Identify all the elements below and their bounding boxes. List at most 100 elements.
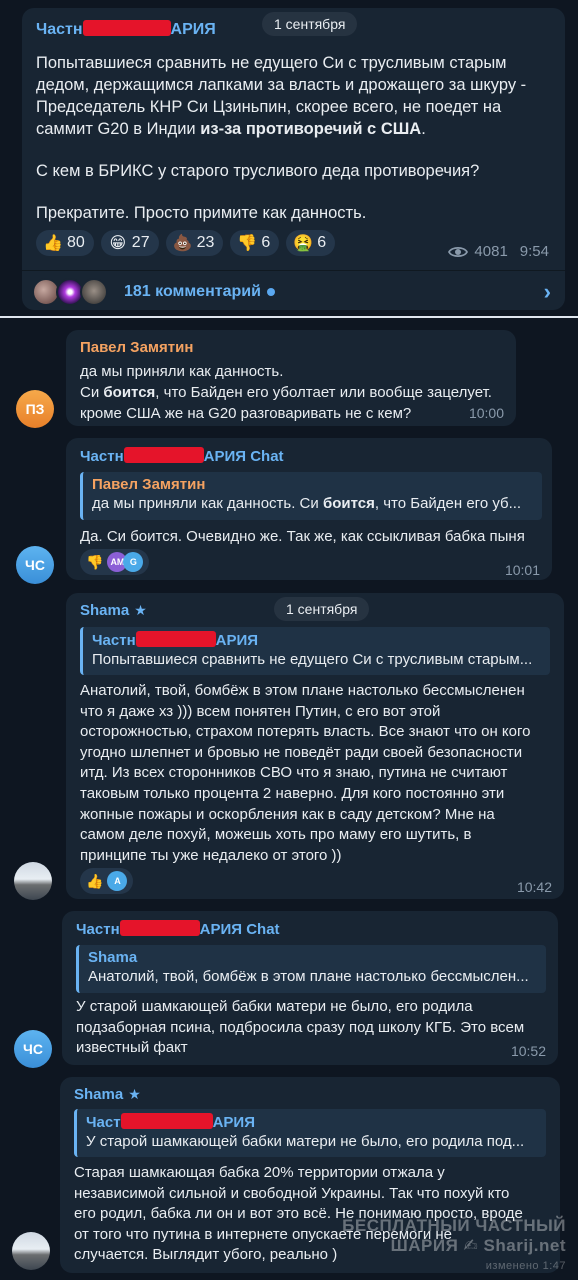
reaction-count: 80 (67, 234, 85, 251)
message-line: известный факт (76, 1039, 188, 1057)
message-time: 10:52 (510, 1043, 546, 1059)
watermark-brand: ШАРИЯ (390, 1236, 459, 1255)
date-badge: 1 сентября (274, 597, 370, 621)
avatar-initials: ЧС (25, 557, 45, 573)
chevron-right-icon: › (543, 279, 551, 304)
post-paragraph-2: С кем в БРИКС у старого трусливого деда … (36, 162, 480, 180)
quote-author: Частн АРИЯ (92, 631, 542, 649)
author-prefix: Част (86, 1114, 121, 1131)
message-line: У старой шамкающей бабки матери не было,… (76, 998, 473, 1015)
avatar[interactable] (12, 1232, 50, 1270)
reply-quote[interactable]: Shama Анатолий, твой, бомбёж в этом план… (76, 945, 546, 993)
message-time: 10:01 (504, 562, 540, 578)
author-suffix: АРИЯ (212, 1114, 255, 1131)
message-author[interactable]: Частн АРИЯ Chat (76, 920, 280, 938)
quote-author: Част АРИЯ (86, 1113, 538, 1131)
bold-fragment: боится (103, 384, 156, 401)
commenter-avatars (32, 278, 112, 306)
redaction-bar (120, 1113, 213, 1129)
message-reactions[interactable]: 👎 AM G (80, 549, 150, 575)
reaction-nauseated[interactable]: 🤮 6 (286, 230, 336, 256)
message-bubble: Частн АРИЯ Chat Shama Анатолий, твой, бом… (62, 911, 558, 1065)
reaction-count: 6 (317, 234, 327, 251)
author-prefix: Частн (80, 448, 124, 465)
message-line: независимой сильной и свободной Украины.… (74, 1184, 510, 1202)
comments-link[interactable]: 181 комментарий › (32, 274, 551, 310)
message-line: Си боится, что Байден его уболтает или в… (80, 382, 492, 403)
watermark: БЕСПЛАТНЫЙ ЧАСТНЫЙ ШАРИЯ ✍ Sharij.net из… (342, 1216, 566, 1276)
author-name: Shama (80, 602, 130, 619)
reaction-grin[interactable]: 😁 27 (100, 230, 159, 256)
edited-label: изменено 1:47 (485, 1260, 566, 1272)
post-time: 9:54 (519, 243, 549, 260)
author-prefix: Частн (76, 921, 120, 938)
post-paragraph-3: Прекратите. Просто примите как данность. (36, 204, 367, 222)
message-line: угодно шлепнет и бровью не поведёт ради … (80, 743, 523, 761)
message-author[interactable]: Shama ★ (74, 1086, 141, 1103)
message-text: Да. Си боится. Очевидно же. Так же, как … (80, 528, 525, 545)
avatar (80, 278, 108, 306)
reaction-poop[interactable]: 💩 23 (165, 230, 224, 256)
reactions-bar: 👍 80 😁 27 💩 23 👎 6 🤮 6 (36, 230, 336, 256)
message-line: да мы приняли как данность. (80, 363, 284, 380)
message-line: итд. Из всех сторонников СВО что я знаю,… (80, 764, 508, 782)
redaction-bar (123, 447, 204, 463)
message-author[interactable]: Павел Замятин (80, 339, 193, 356)
avatar[interactable] (14, 862, 52, 900)
message-line: Старая шамкающая бабка 20% территории от… (74, 1164, 445, 1181)
poop-icon: 💩 (172, 235, 193, 252)
avatar[interactable]: ЧС (14, 1030, 52, 1068)
star-icon: ★ (128, 1086, 141, 1102)
quote-text: да мы приняли как данность. Си боится, ч… (92, 495, 534, 512)
message-text: да мы приняли как данность. Си боится, ч… (80, 361, 492, 424)
quote-text: Попытавшиеся сравнить не едущего Си с тр… (92, 651, 533, 668)
pen-icon: ✍ (463, 1236, 479, 1255)
watermark-line: БЕСПЛАТНЫЙ ЧАСТНЫЙ (342, 1216, 566, 1235)
date-badge: 1 сентября (262, 12, 358, 36)
quote-author: Павел Замятин (92, 476, 206, 493)
reaction-thumbs-up[interactable]: 👍 80 (36, 230, 94, 256)
section-divider (0, 316, 578, 318)
reaction-thumbs-down[interactable]: 👎 6 (230, 230, 280, 256)
redaction-bar (82, 20, 171, 36)
post-bold-tail: . (421, 120, 426, 138)
avatar[interactable]: ПЗ (16, 390, 54, 428)
watermark-site: Sharij.net (483, 1236, 566, 1255)
nauseated-icon: 🤮 (293, 235, 314, 252)
star-icon: ★ (134, 602, 147, 618)
text-fragment: , что Байден его уб... (374, 495, 522, 512)
message-reactions[interactable]: 👍 A (80, 868, 134, 894)
message-line: принципе ты уже недалеко от этого )) (80, 846, 342, 864)
message-author[interactable]: Частн АРИЯ Chat (80, 447, 284, 465)
author-prefix: Частн (92, 632, 136, 649)
reaction-count: 23 (196, 234, 215, 251)
message-line: кроме США же на G20 разговаривать не с к… (80, 405, 412, 422)
message-author[interactable]: Shama ★ (80, 602, 147, 619)
unread-dot (266, 288, 275, 296)
message-line: таковым только процента 2 наверно. Для к… (80, 784, 505, 802)
quote-text: У старой шамкающей бабки матери не было,… (86, 1133, 525, 1150)
post-sender[interactable]: Частн АРИЯ (36, 20, 216, 39)
reply-quote[interactable]: Павел Замятин да мы приняли как данность… (80, 472, 542, 520)
avatar-initials: ЧС (23, 1041, 43, 1057)
author-suffix: АРИЯ (215, 632, 259, 649)
sender-name-suffix: АРИЯ (170, 21, 216, 38)
comments-count-label: 181 комментарий (124, 283, 261, 300)
thumbs-up-icon: 👍 (86, 872, 104, 889)
watermark-line: ШАРИЯ ✍ Sharij.net (342, 1236, 566, 1256)
reply-quote[interactable]: Част АРИЯ У старой шамкающей бабки матери… (74, 1109, 546, 1157)
reaction-count: 6 (261, 234, 271, 251)
thumbs-down-icon: 👎 (86, 553, 104, 570)
avatar[interactable]: ЧС (16, 546, 54, 584)
message-text: Анатолий, твой, бомбёж в этом плане наст… (80, 681, 530, 866)
reply-quote[interactable]: Частн АРИЯ Попытавшиеся сравнить не едуще… (80, 627, 550, 675)
text-fragment: да мы приняли как данность. Си (92, 495, 323, 512)
text-fragment: , что Байден его уболтает или вообще зац… (155, 384, 492, 401)
post-body: Попытавшиеся сравнить не едущего Си с тр… (36, 52, 551, 224)
message-bubble: Павел Замятин да мы приняли как данность… (66, 330, 516, 426)
message-bubble: Частн АРИЯ Chat Павел Замятин да мы приня… (66, 438, 552, 580)
thumbs-up-icon: 👍 (43, 235, 63, 252)
view-count: 4081 (474, 243, 508, 260)
author-name: Shama (74, 1086, 124, 1103)
message-line: подзаборная псина, подбросила сразу под … (76, 1018, 525, 1036)
